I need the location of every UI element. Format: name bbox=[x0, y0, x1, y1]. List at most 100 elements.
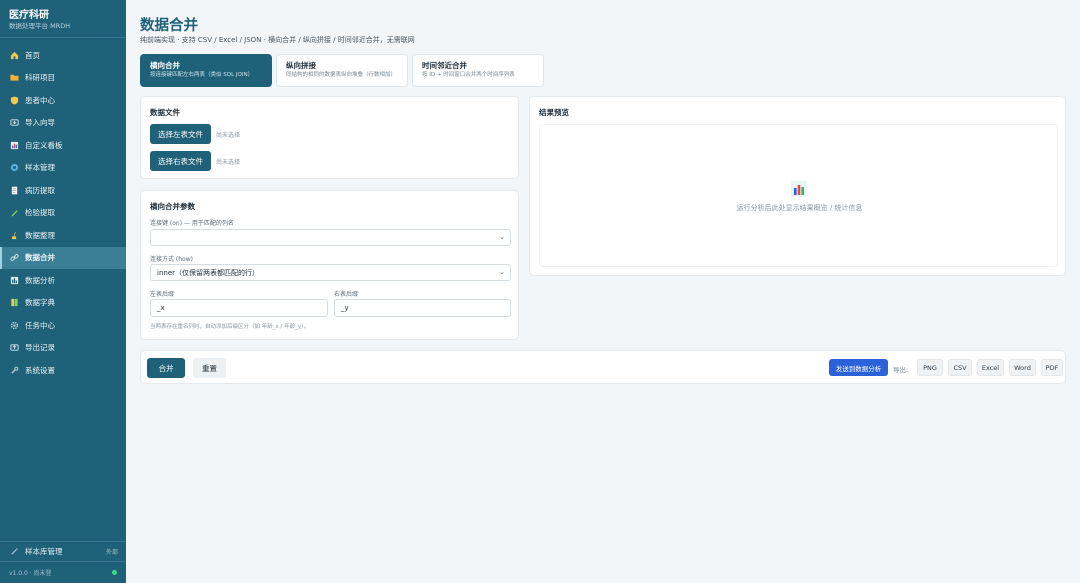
page-subtitle: 纯前端实现 · 支持 CSV / Excel / JSON · 横向合并 / 纵… bbox=[140, 36, 415, 44]
brand-subtitle: 数据处理平台 MRDH bbox=[9, 22, 71, 30]
sidebar-item-lab[interactable]: 检验提取 bbox=[0, 202, 126, 225]
sample-library-label: 样本库管理 bbox=[25, 547, 63, 556]
tab-description: 按 ID + 时间窗口合并两个时间序列表 bbox=[422, 72, 515, 78]
result-preview-card: 结果预览 运行分析后此处显示结果概览 / 统计信息 bbox=[529, 96, 1066, 276]
merge-mode-tabs: 横向合并 按连接键匹配左右两表（类似 SQL JOIN） 纵向拼接 同结构的相同… bbox=[140, 54, 544, 87]
sidebar-item-label: 导入向导 bbox=[25, 118, 55, 128]
sidebar-item-label: 数据整理 bbox=[25, 230, 55, 240]
send-to-analysis-button[interactable]: 发送到数据分析 bbox=[829, 359, 888, 376]
right-suffix-input[interactable]: _y bbox=[334, 299, 511, 317]
join-how-value: inner（仅保留两表都匹配的行） bbox=[157, 268, 260, 277]
sidebar-item-label: 科研项目 bbox=[25, 73, 55, 83]
export-csv-button[interactable]: CSV bbox=[948, 359, 972, 376]
export-excel-button[interactable]: Excel bbox=[977, 359, 1004, 376]
result-preview-area: 运行分析后此处显示结果概览 / 统计信息 bbox=[539, 124, 1058, 267]
home-icon bbox=[10, 51, 19, 60]
merge-params-card: 横向合并参数 连接键 (on) — 用于匹配的列名 ⌄ 连接方式 (how) i… bbox=[140, 190, 519, 340]
book-icon bbox=[10, 298, 19, 307]
card-title: 横向合并参数 bbox=[150, 202, 195, 211]
brand: 医疗科研 数据处理平台 MRDH bbox=[0, 0, 126, 38]
wrench-icon bbox=[10, 366, 19, 375]
syringe-icon bbox=[10, 547, 19, 556]
sidebar-item-projects[interactable]: 科研项目 bbox=[0, 67, 126, 90]
gear-icon bbox=[10, 321, 19, 330]
tab-title: 时间邻近合并 bbox=[422, 61, 467, 70]
sidebar-item-home[interactable]: 首页 bbox=[0, 44, 126, 67]
dashboard-icon bbox=[10, 141, 19, 150]
sidebar-footer: 样本库管理 外部 v1.0.0 · 尚未登 bbox=[0, 541, 126, 583]
sidebar-item-exports[interactable]: 导出记录 bbox=[0, 337, 126, 360]
chart-icon bbox=[10, 276, 19, 285]
sidebar-item-label: 任务中心 bbox=[25, 320, 55, 330]
sidebar-item-label: 导出记录 bbox=[25, 343, 55, 353]
join-key-select[interactable]: ⌄ bbox=[150, 229, 511, 246]
tab-vertical-concat[interactable]: 纵向拼接 同结构的相同的数据表纵向堆叠（行数相加） bbox=[276, 54, 408, 87]
pen-icon bbox=[10, 208, 19, 217]
main-content: 数据合并 纯前端实现 · 支持 CSV / Excel / JSON · 横向合… bbox=[126, 0, 1080, 583]
import-icon bbox=[10, 118, 19, 127]
export-icon bbox=[10, 343, 19, 352]
export-label: 导出: bbox=[893, 366, 909, 374]
left-suffix-value: _x bbox=[157, 304, 165, 312]
result-placeholder-text: 运行分析后此处显示结果概览 / 统计信息 bbox=[736, 204, 863, 212]
sidebar-item-label: 数据字典 bbox=[25, 298, 55, 308]
sidebar-item-records[interactable]: 病历提取 bbox=[0, 179, 126, 202]
left-suffix-input[interactable]: _x bbox=[150, 299, 328, 317]
sidebar-item-label: 自定义看板 bbox=[25, 140, 63, 150]
right-file-status: 尚未选择 bbox=[216, 158, 241, 166]
tab-title: 横向合并 bbox=[150, 61, 180, 70]
data-files-card: 数据文件 选择左表文件 尚未选择 选择右表文件 尚未选择 bbox=[140, 96, 519, 179]
sidebar-item-samples[interactable]: 样本管理 bbox=[0, 157, 126, 180]
sidebar-item-label: 数据合并 bbox=[25, 253, 55, 263]
card-title: 结果预览 bbox=[539, 108, 569, 117]
sidebar-nav: 首页 科研项目 患者中心 导入向导 自定义看板 样本管理 病历提取 检验提取 数… bbox=[0, 44, 126, 382]
left-file-status: 尚未选择 bbox=[216, 131, 241, 139]
sidebar-item-sample-library[interactable]: 样本库管理 外部 bbox=[0, 541, 126, 561]
sidebar-item-dictionary[interactable]: 数据字典 bbox=[0, 292, 126, 315]
join-how-select[interactable]: inner（仅保留两表都匹配的行） ⌄ bbox=[150, 264, 511, 281]
document-icon bbox=[10, 186, 19, 195]
sidebar-item-import[interactable]: 导入向导 bbox=[0, 112, 126, 135]
online-status-dot bbox=[112, 570, 117, 575]
export-word-button[interactable]: Word bbox=[1009, 359, 1036, 376]
choose-right-file-button[interactable]: 选择右表文件 bbox=[150, 151, 211, 171]
tab-horizontal-merge[interactable]: 横向合并 按连接键匹配左右两表（类似 SQL JOIN） bbox=[140, 54, 272, 87]
sidebar: 医疗科研 数据处理平台 MRDH 首页 科研项目 患者中心 导入向导 自定义看板… bbox=[0, 0, 126, 583]
right-suffix-label: 右表后缀 bbox=[334, 291, 359, 298]
sample-icon bbox=[10, 163, 19, 172]
sidebar-item-analysis[interactable]: 数据分析 bbox=[0, 269, 126, 292]
left-file-row: 选择左表文件 尚未选择 bbox=[150, 124, 240, 144]
suffix-hint: 当两表存在重名列时，自动添加后缀区分（如 年龄_x / 年龄_y）。 bbox=[150, 324, 310, 330]
choose-left-file-button[interactable]: 选择左表文件 bbox=[150, 124, 211, 144]
shield-icon bbox=[10, 96, 19, 105]
export-png-button[interactable]: PNG bbox=[917, 359, 943, 376]
join-how-label: 连接方式 (how) bbox=[150, 256, 193, 263]
sidebar-item-merge[interactable]: 数据合并 bbox=[0, 246, 126, 269]
sidebar-item-label: 样本管理 bbox=[25, 163, 55, 173]
right-suffix-value: _y bbox=[341, 304, 349, 312]
sidebar-item-label: 病历提取 bbox=[25, 185, 55, 195]
right-file-row: 选择右表文件 尚未选择 bbox=[150, 151, 240, 171]
tab-description: 同结构的相同的数据表纵向堆叠（行数相加） bbox=[286, 72, 397, 78]
sidebar-item-dashboard[interactable]: 自定义看板 bbox=[0, 134, 126, 157]
brand-title: 医疗科研 bbox=[9, 10, 49, 21]
sidebar-item-settings[interactable]: 系统设置 bbox=[0, 359, 126, 382]
version-text: v1.0.0 · 尚未登 bbox=[9, 570, 52, 577]
sidebar-item-cleaning[interactable]: 数据整理 bbox=[0, 224, 126, 247]
tab-title: 纵向拼接 bbox=[286, 61, 316, 70]
sidebar-item-tasks[interactable]: 任务中心 bbox=[0, 314, 126, 337]
sidebar-item-label: 系统设置 bbox=[25, 365, 55, 375]
reset-button[interactable]: 重置 bbox=[193, 358, 226, 378]
sample-library-external: 外部 bbox=[105, 549, 118, 556]
chevron-down-icon: ⌄ bbox=[499, 233, 505, 241]
merge-button[interactable]: 合并 bbox=[147, 358, 185, 378]
sidebar-item-label: 数据分析 bbox=[25, 275, 55, 285]
chevron-down-icon: ⌄ bbox=[499, 268, 505, 276]
sidebar-item-label: 首页 bbox=[25, 50, 40, 60]
export-pdf-button[interactable]: PDF bbox=[1041, 359, 1063, 376]
join-key-label: 连接键 (on) — 用于匹配的列名 bbox=[150, 220, 234, 227]
tab-description: 按连接键匹配左右两表（类似 SQL JOIN） bbox=[150, 72, 254, 78]
card-title: 数据文件 bbox=[150, 108, 180, 117]
tab-time-nearest-merge[interactable]: 时间邻近合并 按 ID + 时间窗口合并两个时间序列表 bbox=[412, 54, 544, 87]
sidebar-item-patients[interactable]: 患者中心 bbox=[0, 89, 126, 112]
